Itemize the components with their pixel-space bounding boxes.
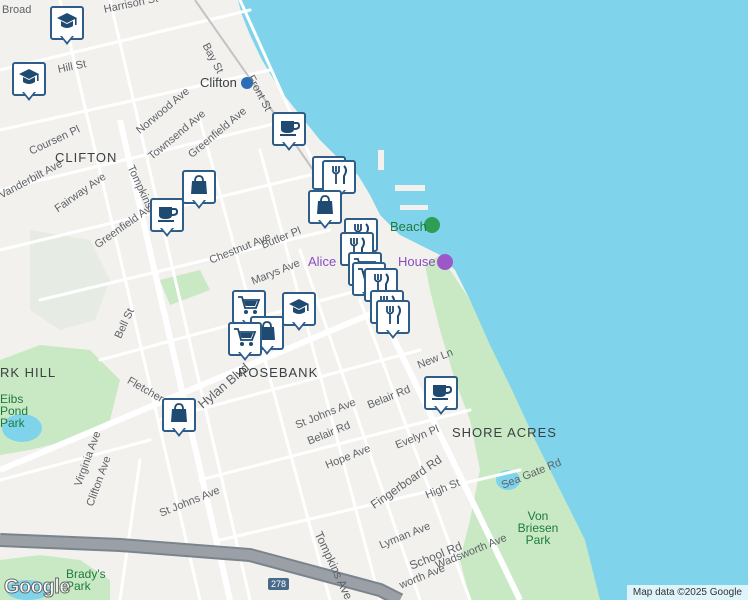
shopping-bag-icon	[168, 402, 190, 429]
map-marker-grocery-cart[interactable]	[228, 322, 262, 362]
shopping-bag-icon	[188, 174, 210, 201]
map-marker-shopping-bag[interactable]	[308, 190, 342, 230]
place-label-house: House	[398, 254, 436, 269]
grocery-cart-icon	[233, 326, 257, 353]
cafe-icon	[430, 381, 453, 406]
cafe-icon	[156, 203, 179, 228]
station-label-clifton: Clifton	[200, 75, 237, 90]
place-label-eibs-pond: Eibs Pond Park	[0, 392, 29, 430]
school-icon	[18, 67, 40, 92]
area-label-rosebank: ROSEBANK	[238, 365, 319, 380]
map-marker-restaurant[interactable]	[376, 300, 410, 340]
street-label-broad: Broad	[2, 4, 32, 16]
map-marker-shopping-bag[interactable]	[162, 398, 196, 438]
map-marker-school[interactable]	[282, 292, 316, 332]
cafe-icon	[278, 117, 301, 142]
place-label-alice: Alice	[308, 254, 337, 269]
map-attribution[interactable]: Map data ©2025 Google	[626, 585, 748, 600]
restaurant-icon	[382, 304, 404, 331]
area-label-park-hill: RK HILL	[0, 365, 57, 380]
highway-label-i278: 278	[268, 578, 290, 590]
map-marker-cafe[interactable]	[150, 198, 184, 238]
restaurant-icon	[328, 164, 350, 191]
map-marker-shopping-bag[interactable]	[182, 170, 216, 210]
school-icon	[56, 11, 78, 36]
place-label-bradys: Brady's Park	[66, 567, 106, 593]
google-logo: Google	[4, 576, 71, 599]
area-label-clifton: CLIFTON	[55, 150, 118, 165]
map-marker-school[interactable]	[12, 62, 46, 102]
school-icon	[288, 297, 310, 322]
shopping-bag-icon	[314, 194, 336, 221]
place-label-von-briesen: Von Briesen Park	[517, 509, 559, 547]
place-label-beach: Beach	[390, 219, 427, 234]
map-marker-school[interactable]	[50, 6, 84, 46]
map-canvas[interactable]: Broad Harrison St Hill St Bay St Front S…	[0, 0, 748, 600]
map-marker-cafe[interactable]	[272, 112, 306, 152]
map-marker-cafe[interactable]	[424, 376, 458, 416]
area-label-shore-acres: SHORE ACRES	[452, 425, 557, 440]
